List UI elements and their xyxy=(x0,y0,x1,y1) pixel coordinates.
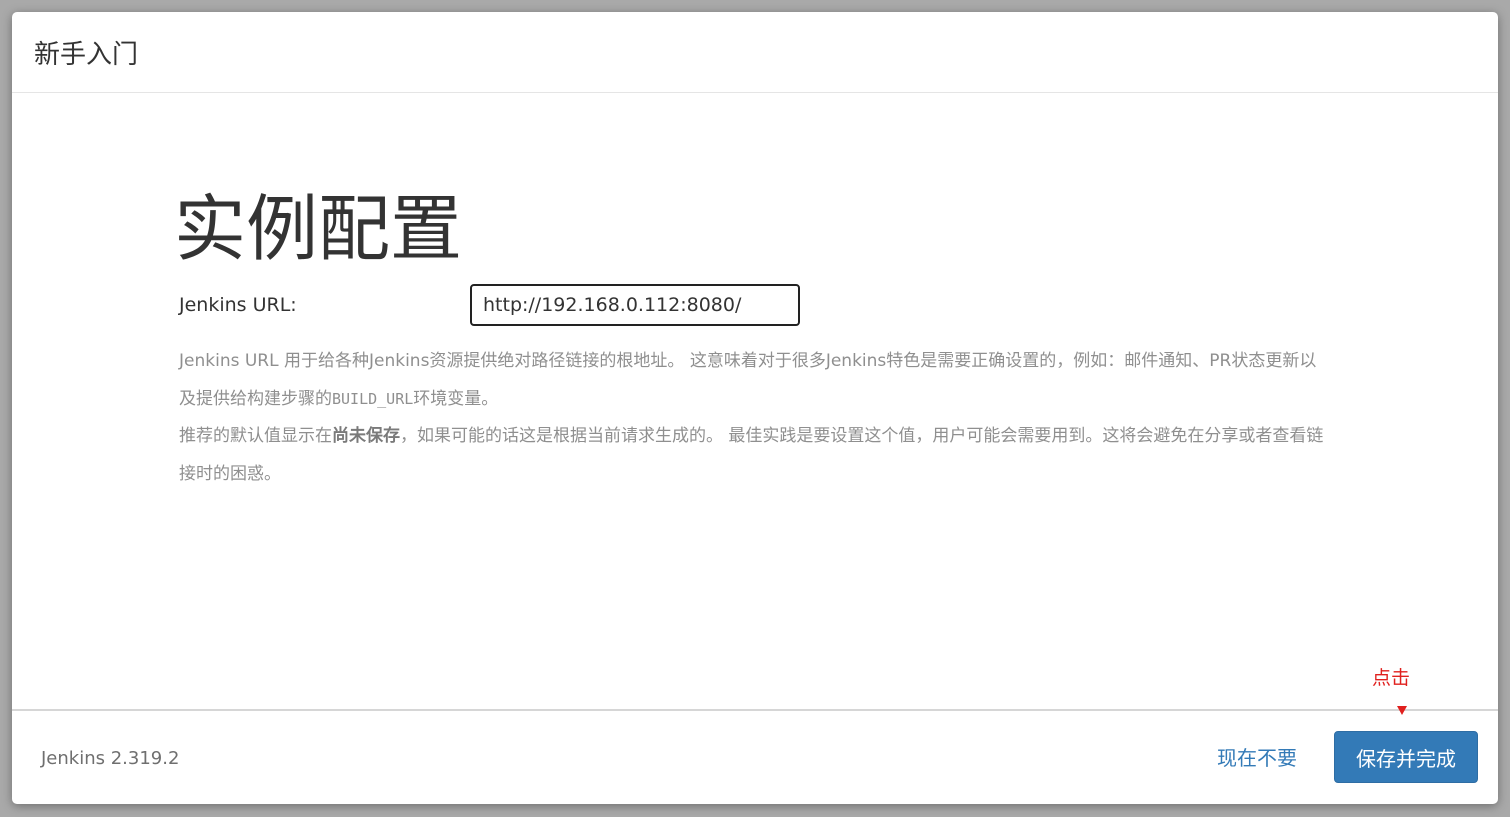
dialog-footer: Jenkins 2.319.2 现在不要 保存并完成 xyxy=(12,709,1498,804)
dialog-content: 实例配置 Jenkins URL: Jenkins URL 用于给各种Jenki… xyxy=(12,93,1498,709)
click-annotation-label: 点击 xyxy=(1372,667,1411,689)
not-saved-emphasis: 尚未保存 xyxy=(332,426,400,446)
jenkins-version: Jenkins 2.319.2 xyxy=(41,748,180,769)
jenkins-url-input[interactable] xyxy=(470,284,800,326)
save-and-finish-button[interactable]: 保存并完成 xyxy=(1334,731,1478,783)
setup-wizard-dialog: 新手入门 实例配置 Jenkins URL: Jenkins URL 用于给各种… xyxy=(12,12,1498,804)
help-text: Jenkins URL 用于给各种Jenkins资源提供绝对路径链接的根地址。 … xyxy=(179,343,1324,493)
help-paragraph-2: 推荐的默认值显示在尚未保存，如果可能的话这是根据当前请求生成的。 最佳实践是要设… xyxy=(179,426,1324,484)
dialog-title: 新手入门 xyxy=(34,40,139,70)
build-url-code: BUILD_URL xyxy=(332,389,414,408)
skip-button[interactable]: 现在不要 xyxy=(1217,744,1297,772)
jenkins-url-label: Jenkins URL: xyxy=(179,294,297,316)
annotation-arrow-down-icon xyxy=(1397,706,1407,715)
dialog-header: 新手入门 xyxy=(12,12,1498,93)
help-paragraph-1: Jenkins URL 用于给各种Jenkins资源提供绝对路径链接的根地址。 … xyxy=(179,351,1317,409)
page-title: 实例配置 xyxy=(174,187,463,271)
